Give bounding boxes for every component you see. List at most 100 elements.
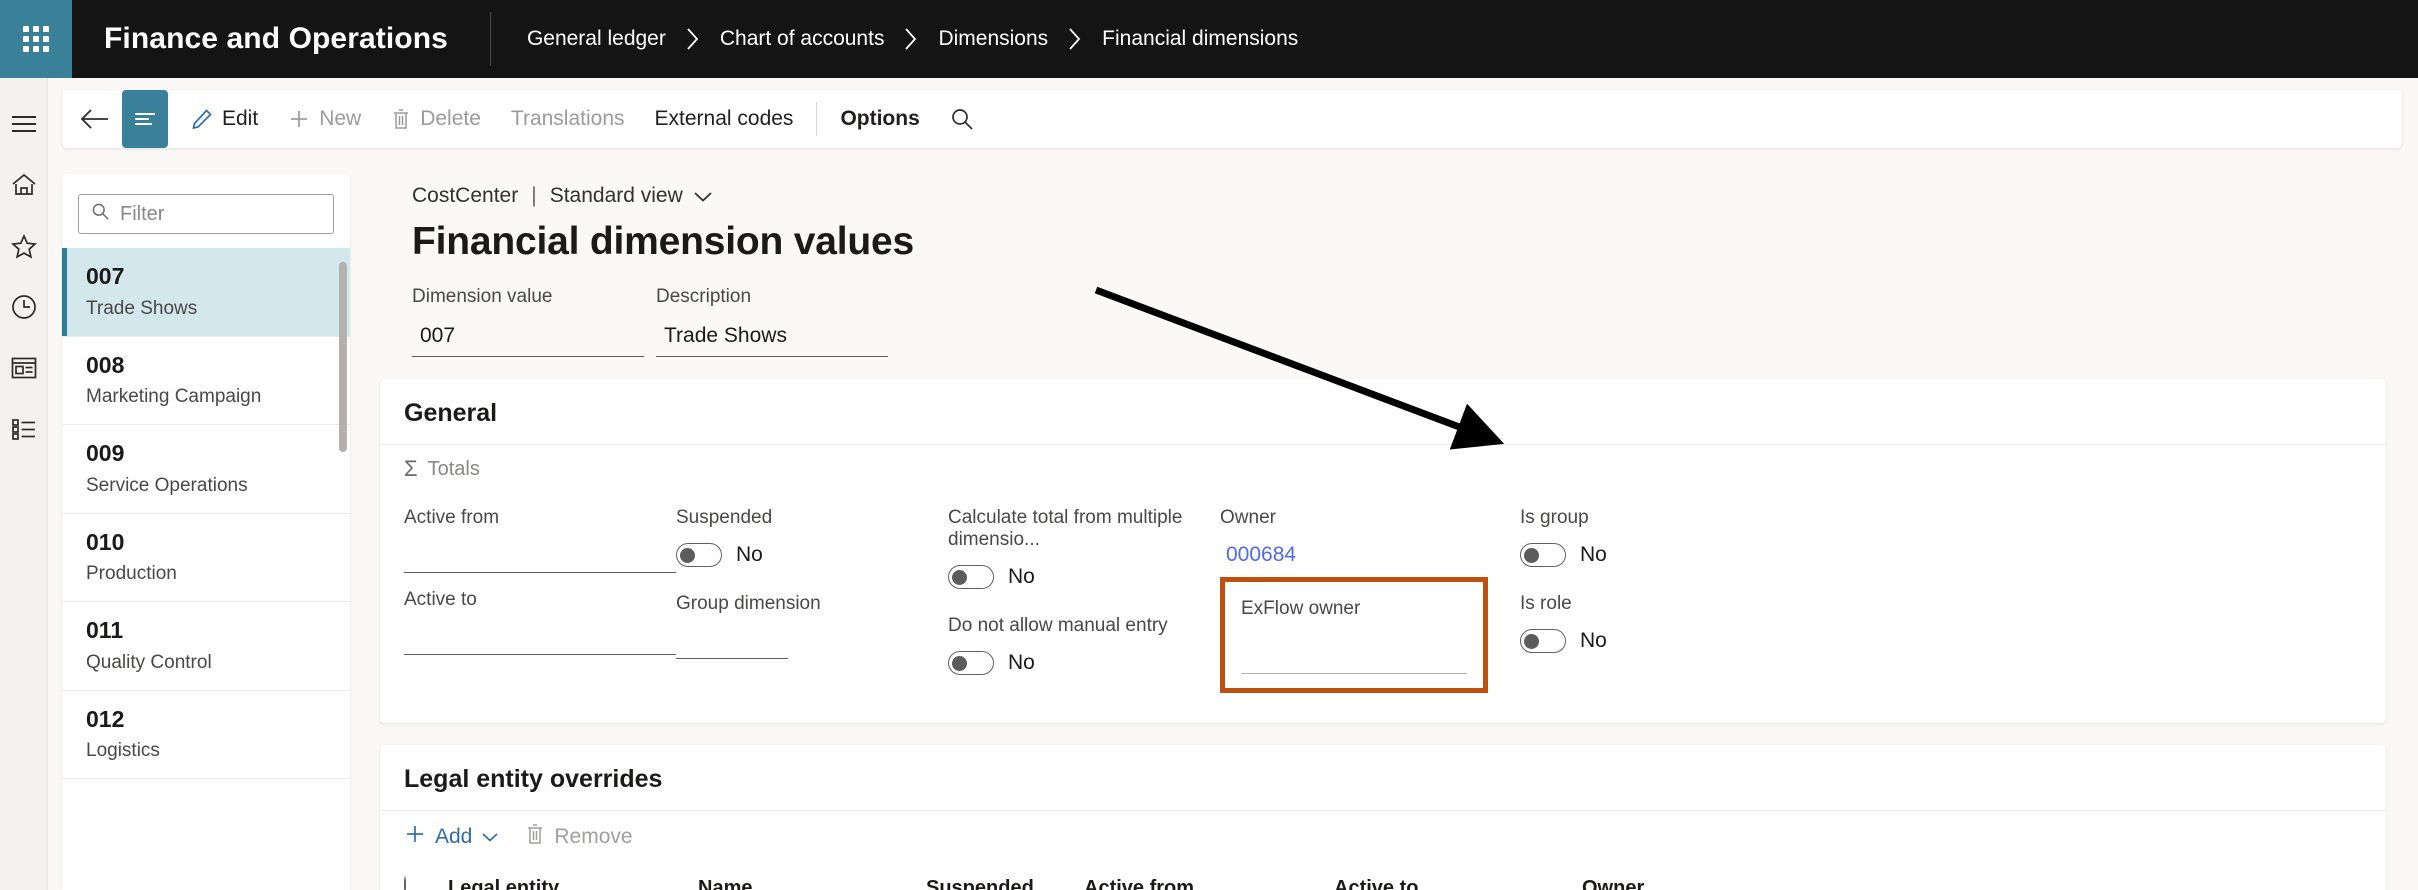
- no-manual-entry-field: Do not allow manual entry No: [948, 615, 1220, 675]
- group-dimension-input[interactable]: [676, 615, 788, 659]
- list-item-name: Production: [86, 563, 177, 585]
- favorites-star-icon[interactable]: [0, 222, 48, 270]
- list-item-name: Marketing Campaign: [86, 386, 262, 408]
- totals-bar[interactable]: Σ Totals: [380, 444, 2386, 493]
- records-list: 007 Trade Shows 008 Marketing Campaign 0…: [62, 248, 350, 779]
- column-header-suspended[interactable]: Suspended: [926, 877, 1084, 890]
- suspended-toggle[interactable]: [676, 543, 722, 567]
- list-scrollbar-thumb[interactable]: [339, 262, 347, 452]
- suspended-value: No: [736, 543, 763, 566]
- breadcrumb-item-financial-dimensions[interactable]: Financial dimensions: [1100, 23, 1300, 55]
- list-item[interactable]: 010 Production: [62, 513, 350, 602]
- suspended-field: Suspended No: [676, 507, 948, 567]
- list-item[interactable]: 008 Marketing Campaign: [62, 336, 350, 425]
- is-role-toggle[interactable]: [1520, 629, 1566, 653]
- group-dimension-field: Group dimension: [676, 593, 948, 659]
- general-fields-grid: Active from Active to Suspended No Group…: [380, 493, 2386, 723]
- is-role-label: Is role: [1520, 593, 1572, 614]
- description-input[interactable]: Trade Shows: [656, 324, 888, 357]
- edit-label: Edit: [222, 107, 259, 130]
- exflow-owner-input[interactable]: [1241, 634, 1467, 674]
- context-label: CostCenter: [412, 184, 519, 207]
- translations-button[interactable]: Translations: [496, 99, 640, 139]
- is-role-field: Is role No: [1520, 593, 1720, 653]
- is-group-label: Is group: [1520, 507, 1589, 528]
- calculate-total-field: Calculate total from multiple dimensio..…: [948, 507, 1220, 589]
- chevron-down-icon[interactable]: [693, 190, 713, 203]
- app-title: Finance and Operations: [104, 22, 448, 55]
- list-item-code: 008: [86, 351, 125, 378]
- list-item-name: Trade Shows: [86, 297, 198, 319]
- list-panel-toggle-icon[interactable]: [122, 90, 168, 148]
- active-from-input[interactable]: [404, 529, 676, 573]
- edit-button[interactable]: Edit: [176, 99, 273, 139]
- waffle-menu-button[interactable]: [0, 0, 72, 78]
- add-button[interactable]: Add: [404, 823, 499, 851]
- modules-list-icon[interactable]: [0, 405, 48, 453]
- legal-entity-overrides-title: Legal entity overrides: [404, 765, 663, 793]
- page-canvas: Edit New Delete Translations External co…: [48, 78, 2418, 890]
- active-to-label: Active to: [404, 589, 477, 610]
- workspaces-icon[interactable]: [0, 344, 48, 392]
- description-field: Description Trade Shows: [656, 286, 888, 357]
- calculate-total-toggle[interactable]: [948, 565, 994, 589]
- owner-label: Owner: [1220, 507, 1276, 528]
- plus-icon: [288, 108, 310, 130]
- general-column-suspended: Suspended No Group dimension: [676, 507, 948, 693]
- breadcrumb-item-dimensions[interactable]: Dimensions: [936, 23, 1050, 55]
- search-icon: [950, 107, 974, 131]
- trash-icon: [525, 823, 545, 851]
- options-button[interactable]: Options: [825, 99, 934, 139]
- column-header-owner[interactable]: Owner: [1582, 877, 1782, 890]
- row-select-radio[interactable]: [404, 876, 448, 890]
- owner-value-link[interactable]: 000684: [1226, 543, 1296, 566]
- pencil-icon: [191, 108, 213, 130]
- calculate-total-label: Calculate total from multiple dimensio..…: [948, 507, 1183, 550]
- home-icon[interactable]: [0, 161, 48, 209]
- search-button[interactable]: [935, 99, 989, 139]
- list-item-code: 007: [86, 263, 125, 289]
- column-header-name[interactable]: Name: [698, 877, 926, 890]
- list-item[interactable]: 012 Logistics: [62, 690, 350, 779]
- breadcrumb-item-chart-of-accounts[interactable]: Chart of accounts: [718, 23, 887, 55]
- dimension-value-input[interactable]: 007: [412, 324, 644, 357]
- list-item[interactable]: 009 Service Operations: [62, 425, 350, 514]
- breadcrumb-item-general-ledger[interactable]: General ledger: [525, 23, 668, 55]
- column-header-active-from[interactable]: Active from: [1084, 877, 1334, 890]
- delete-button[interactable]: Delete: [376, 99, 496, 139]
- owner-field: Owner 000684: [1220, 507, 1520, 567]
- no-manual-entry-toggle[interactable]: [948, 651, 994, 675]
- new-label: New: [319, 107, 362, 130]
- options-label: Options: [840, 107, 920, 130]
- list-item[interactable]: 011 Quality Control: [62, 602, 350, 691]
- general-column-owner: Owner 000684 ExFlow owner: [1220, 507, 1520, 693]
- list-item-code: 009: [86, 440, 125, 466]
- column-header-legal-entity[interactable]: Legal entity: [448, 877, 698, 890]
- hamburger-menu-icon[interactable]: [0, 100, 48, 148]
- active-to-input[interactable]: [404, 611, 676, 655]
- detail-pane: CostCenter | Standard view Financial dim…: [364, 174, 2402, 890]
- overrides-table-header: Legal entity Name Suspended Active from …: [380, 863, 2386, 890]
- chevron-right-icon: [904, 27, 918, 51]
- external-codes-button[interactable]: External codes: [640, 99, 809, 139]
- remove-button[interactable]: Remove: [525, 823, 633, 851]
- is-group-toggle[interactable]: [1520, 543, 1566, 567]
- filter-input[interactable]: Filter: [78, 194, 334, 234]
- column-header-active-to[interactable]: Active to: [1334, 877, 1582, 890]
- add-label: Add: [435, 825, 473, 848]
- command-bar: Edit New Delete Translations External co…: [62, 90, 2402, 148]
- list-item-code: 011: [86, 617, 124, 643]
- new-button[interactable]: New: [273, 99, 376, 139]
- external-codes-label: External codes: [654, 107, 794, 130]
- back-arrow-icon[interactable]: [72, 96, 118, 142]
- view-separator: |: [531, 184, 537, 207]
- view-name[interactable]: Standard view: [550, 184, 683, 208]
- list-item[interactable]: 007 Trade Shows: [62, 248, 350, 337]
- records-list-pane: Filter 007 Trade Shows 008 Marketing Cam…: [62, 174, 350, 890]
- trash-icon: [391, 108, 411, 130]
- page-title: Financial dimension values: [412, 220, 914, 263]
- waffle-grid-icon: [23, 26, 49, 52]
- chevron-down-icon: [481, 825, 499, 849]
- recent-clock-icon[interactable]: [0, 283, 48, 331]
- is-group-value: No: [1580, 543, 1607, 566]
